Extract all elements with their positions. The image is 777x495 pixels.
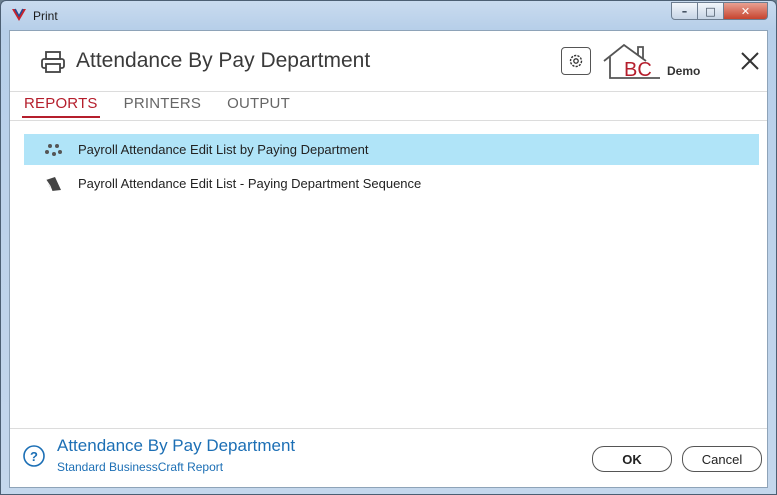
report-label: Payroll Attendance Edit List by Paying D… xyxy=(78,142,369,157)
title-bar[interactable]: Print – □ ✕ xyxy=(1,1,776,31)
print-window: Print – □ ✕ Attendance By Pay Department xyxy=(0,0,777,495)
dialog-client: Attendance By Pay Department BC Demo REP… xyxy=(9,30,768,488)
list-item[interactable]: Payroll Attendance Edit List - Paying De… xyxy=(24,168,759,199)
app-icon xyxy=(12,8,26,21)
tab-output[interactable]: OUTPUT xyxy=(225,93,292,118)
cancel-button[interactable]: Cancel xyxy=(682,446,762,472)
bc-logo: BC xyxy=(602,41,664,81)
dialog-footer: ? Attendance By Pay Department Standard … xyxy=(10,429,767,489)
footer-report-title: Attendance By Pay Department xyxy=(57,436,296,455)
settings-button[interactable] xyxy=(561,47,591,75)
report-label: Payroll Attendance Edit List - Paying De… xyxy=(78,176,422,191)
minimize-icon: – xyxy=(681,4,688,18)
window-close-button[interactable]: ✕ xyxy=(724,2,768,20)
printer-icon xyxy=(41,51,65,73)
dialog-header: Attendance By Pay Department BC Demo xyxy=(10,31,767,91)
gear-icon xyxy=(569,54,583,68)
maximize-icon: □ xyxy=(705,4,716,18)
report-list: Payroll Attendance Edit List by Paying D… xyxy=(24,134,759,202)
ribbon-icon xyxy=(45,176,61,191)
window-title: Print xyxy=(33,9,58,23)
header-divider xyxy=(10,91,767,92)
bc-logo-text: BC xyxy=(624,59,652,81)
help-icon[interactable]: ? xyxy=(22,444,46,468)
logo-caption: Demo xyxy=(667,64,701,78)
svg-text:?: ? xyxy=(30,449,38,464)
close-icon: ✕ xyxy=(740,4,751,18)
tab-printers[interactable]: PRINTERS xyxy=(122,93,203,118)
close-dialog-icon[interactable] xyxy=(738,49,762,73)
ok-button[interactable]: OK xyxy=(592,446,672,472)
maximize-button[interactable]: □ xyxy=(698,2,724,20)
dots-icon xyxy=(45,143,62,156)
list-item[interactable]: Payroll Attendance Edit List by Paying D… xyxy=(24,134,759,165)
minimize-button[interactable]: – xyxy=(671,2,698,20)
tab-reports[interactable]: REPORTS xyxy=(22,93,100,118)
house-logo-icon: BC xyxy=(603,43,660,81)
tab-divider xyxy=(10,120,767,121)
tab-bar: REPORTS PRINTERS OUTPUT xyxy=(22,93,292,118)
page-title: Attendance By Pay Department xyxy=(76,49,371,72)
footer-report-subtitle: Standard BusinessCraft Report xyxy=(57,460,224,474)
